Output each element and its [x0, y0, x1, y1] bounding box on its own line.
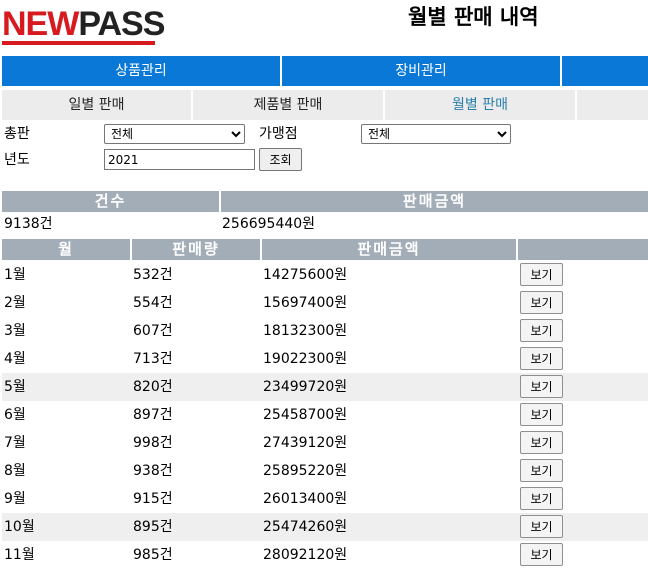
logo-text-new: NEW — [2, 5, 79, 43]
month-cell: 7월 — [4, 435, 26, 451]
nav-item-product-management[interactable]: 상품관리 — [2, 56, 282, 86]
amount-cell: 25458700원 — [263, 407, 348, 423]
summary-header-amount: 판매금액 — [221, 191, 648, 212]
distributor-select[interactable]: 전체 — [104, 124, 245, 144]
search-button[interactable]: 조회 — [259, 148, 302, 171]
table-header-month: 월 — [2, 239, 130, 260]
view-button[interactable]: 보기 — [520, 263, 563, 286]
view-button[interactable]: 보기 — [520, 487, 563, 510]
month-cell: 8월 — [4, 463, 26, 479]
qty-cell: 998건 — [133, 435, 173, 451]
qty-cell: 938건 — [133, 463, 173, 479]
franchise-select[interactable]: 전체 — [361, 124, 511, 144]
amount-cell: 27439120원 — [263, 435, 348, 451]
month-cell: 3월 — [4, 323, 26, 339]
franchise-label: 가맹점 — [259, 126, 298, 142]
month-cell: 5월 — [4, 379, 26, 395]
tab-daily-sales[interactable]: 일별 판매 — [2, 90, 193, 120]
view-button[interactable]: 보기 — [520, 459, 563, 482]
view-button[interactable]: 보기 — [520, 515, 563, 538]
logo-underline — [2, 41, 155, 45]
view-button[interactable]: 보기 — [520, 291, 563, 314]
tab-product-sales[interactable]: 제품별 판매 — [193, 90, 385, 120]
logo-text-pass: PASS — [78, 5, 165, 43]
year-input[interactable] — [104, 149, 255, 170]
month-cell: 1월 — [4, 267, 26, 283]
table-row: 1월 532건 14275600원 보기 — [2, 261, 648, 289]
view-button[interactable]: 보기 — [520, 347, 563, 370]
summary-header-count: 건수 — [2, 191, 219, 212]
view-button[interactable]: 보기 — [520, 431, 563, 454]
qty-cell: 915건 — [133, 491, 173, 507]
qty-cell: 897건 — [133, 407, 173, 423]
month-cell: 11월 — [4, 547, 35, 563]
year-label: 년도 — [4, 152, 30, 168]
view-button[interactable]: 보기 — [520, 543, 563, 566]
table-header-qty: 판매량 — [132, 239, 260, 260]
table-row: 5월 820건 23499720원 보기 — [2, 373, 648, 401]
nav-item-empty[interactable] — [562, 56, 648, 86]
tab-monthly-sales[interactable]: 월별 판매 — [385, 90, 577, 120]
table-header-amount: 판매금액 — [262, 239, 516, 260]
month-cell: 10월 — [4, 519, 35, 535]
amount-cell: 25474260원 — [263, 519, 348, 535]
amount-cell: 14275600원 — [263, 267, 348, 283]
table-row: 11월 985건 28092120원 보기 — [2, 541, 648, 569]
qty-cell: 532건 — [133, 267, 173, 283]
qty-cell: 554건 — [133, 295, 173, 311]
qty-cell: 607건 — [133, 323, 173, 339]
table-row: 4월 713건 19022300원 보기 — [2, 345, 648, 373]
summary-amount: 256695440원 — [222, 216, 316, 232]
qty-cell: 820건 — [133, 379, 173, 395]
table-row: 2월 554건 15697400원 보기 — [2, 289, 648, 317]
summary-count: 9138건 — [4, 216, 53, 232]
tab-empty[interactable] — [577, 90, 648, 120]
nav-item-device-management[interactable]: 장비관리 — [282, 56, 562, 86]
month-cell: 9월 — [4, 491, 26, 507]
newpass-logo[interactable]: NEWPASS — [2, 5, 165, 46]
table-row: 6월 897건 25458700원 보기 — [2, 401, 648, 429]
table-row: 8월 938건 25895220원 보기 — [2, 457, 648, 485]
amount-cell: 18132300원 — [263, 323, 348, 339]
month-cell: 2월 — [4, 295, 26, 311]
amount-cell: 26013400원 — [263, 491, 348, 507]
qty-cell: 985건 — [133, 547, 173, 563]
month-cell: 4월 — [4, 351, 26, 367]
table-row: 10월 895건 25474260원 보기 — [2, 513, 648, 541]
table-header-action — [518, 239, 648, 260]
qty-cell: 895건 — [133, 519, 173, 535]
distributor-label: 총판 — [4, 126, 30, 142]
qty-cell: 713건 — [133, 351, 173, 367]
sub-nav: 일별 판매 제품별 판매 월별 판매 — [2, 90, 648, 120]
table-row: 7월 998건 27439120원 보기 — [2, 429, 648, 457]
view-button[interactable]: 보기 — [520, 403, 563, 426]
amount-cell: 15697400원 — [263, 295, 348, 311]
table-row: 9월 915건 26013400원 보기 — [2, 485, 648, 513]
view-button[interactable]: 보기 — [520, 375, 563, 398]
amount-cell: 19022300원 — [263, 351, 348, 367]
view-button[interactable]: 보기 — [520, 319, 563, 342]
amount-cell: 25895220원 — [263, 463, 348, 479]
page-title: 월별 판매 내역 — [408, 5, 539, 29]
top-nav: 상품관리 장비관리 — [2, 56, 648, 86]
month-cell: 6월 — [4, 407, 26, 423]
table-row: 3월 607건 18132300원 보기 — [2, 317, 648, 345]
amount-cell: 23499720원 — [263, 379, 348, 395]
amount-cell: 28092120원 — [263, 547, 348, 563]
